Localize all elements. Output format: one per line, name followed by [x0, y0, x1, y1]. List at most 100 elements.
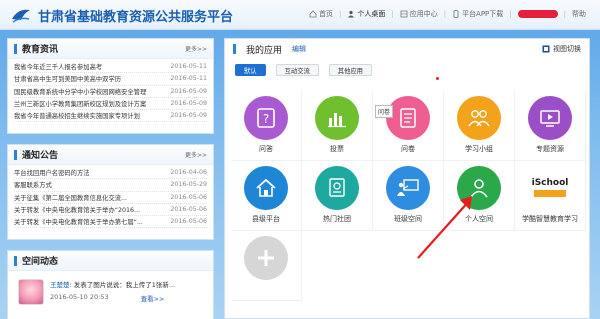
space-post-body: 王楚楚: 发表了图片说说：我上传了1张新... 2016-05-10 20:53… [50, 279, 175, 305]
certificate-icon [315, 166, 359, 210]
app-tile-class-space[interactable]: 班级空间 [373, 161, 444, 231]
edit-apps-link[interactable]: 编辑 [292, 44, 306, 54]
news-item-title[interactable]: 甘肃省高中生可到美国中美高中双学历 [14, 74, 154, 83]
app-tile-label: 专题资源 [536, 145, 564, 153]
nav-help-label: 帮助 [572, 10, 586, 18]
app-tile-topic-resources[interactable]: 专题资源 [515, 91, 586, 161]
app-tile-xueku[interactable]: iSchool 学酷智慧教育学习 [515, 161, 586, 231]
nav-app-download[interactable]: 平台APP下载 [452, 9, 503, 19]
video-icon [528, 96, 572, 140]
nav-home[interactable]: 首页 [309, 9, 333, 19]
notice-item-title[interactable]: 平台找回用户名密码的方法 [14, 168, 154, 177]
my-apps-title: 我的应用 [246, 45, 283, 56]
notices-panel-header: 通知公告 更多>> [8, 145, 213, 165]
nav-separator: | [338, 10, 342, 18]
news-list: 我省今年近三千人报名参加高考 2016-05-11 甘肃省高中生可到美国中美高中双… [8, 59, 213, 124]
app-tile-hot-clubs[interactable]: 热门社团 [302, 161, 373, 231]
news-panel-header: 教育资讯 更多>> [8, 39, 213, 59]
space-post-content: 发表了图片说说：我上传了1张新... [73, 281, 176, 289]
app-filter-tabs: 默认 互动交流 其他应用 [225, 59, 589, 81]
avatar[interactable] [18, 279, 44, 305]
title-accent-bar [14, 43, 17, 54]
filter-default[interactable]: 默认 [235, 64, 266, 76]
notice-item-date: 2016-05-29 [170, 181, 207, 189]
app-tile-survey[interactable]: 问卷 问卷 [373, 91, 444, 161]
list-item[interactable]: 平台找回用户名密码的方法 2016-04-06 [14, 167, 207, 180]
user-icon [348, 10, 355, 18]
nav-separator: | [391, 10, 394, 18]
mobile-icon [453, 10, 459, 18]
notice-item-title[interactable]: 关于转发《中央电化教育馆关于举办“2016... [14, 205, 154, 214]
site-title[interactable]: 甘肃省基础教育资源公共服务平台 [38, 6, 233, 25]
news-panel-title: 教育资讯 [22, 45, 59, 55]
view-switch-label: 视图切换 [553, 45, 581, 53]
space-post-date: 2016-05-10 20:53 [50, 293, 109, 301]
app-tile-label: 学酷智慧教育学习 [522, 215, 578, 223]
nav-help[interactable]: 帮助 [572, 9, 586, 19]
news-item-date: 2016-05-09 [170, 112, 207, 120]
filter-other[interactable]: 其他应用 [328, 64, 372, 76]
news-item-title[interactable]: 我省今年普通高校招生继续实施国家专项计划 [14, 111, 154, 120]
app-tile-label: 班级空间 [394, 215, 422, 223]
app-tile-label: 投票 [330, 145, 344, 153]
app-tile-label: 个人空间 [465, 215, 493, 223]
nav-home-label: 首页 [318, 10, 333, 18]
list-item[interactable]: 兰州三新区小学教育集团新校区规划及设计方案 2016-05-09 [14, 98, 207, 111]
add-app-tile[interactable] [231, 231, 302, 301]
space-post-text: 王楚楚: 发表了图片说说：我上传了1张新... [50, 279, 175, 289]
notification-dot [436, 77, 439, 80]
app-tile-qa[interactable]: ? 问答 [231, 91, 302, 161]
list-item[interactable]: 客服联系方式 2016-05-29 [14, 179, 207, 192]
notice-item-date: 2016-05-06 [170, 206, 207, 214]
nav-personal-desktop[interactable]: 个人桌面 [347, 9, 385, 19]
news-item-date: 2016-05-11 [170, 75, 207, 83]
my-apps-panel: 我的应用 编辑 视图切换 默认 互动交流 其他应用 ? 问答 投票 问卷 问卷 … [224, 38, 590, 319]
list-item[interactable]: 我省今年近三千人报名参加高考 2016-05-11 [14, 61, 207, 74]
nav-separator: | [443, 10, 447, 18]
list-item[interactable]: 我省今年普通高校招生继续实施国家专项计划 2016-05-09 [14, 110, 207, 123]
space-panel-header: 空间动态 [8, 251, 213, 271]
top-header: 甘肃省基础教育资源公共服务平台 首页 | 个人桌面 | 应用中心 | 平台APP… [0, 0, 600, 30]
app-grid: ? 问答 投票 问卷 问卷 学习小组 专题资源 县级平台 热门社团 班级空间 个… [231, 91, 586, 301]
news-item-title[interactable]: 兰州三新区小学教育集团新校区规划及设计方案 [14, 99, 154, 108]
person-icon [457, 166, 501, 210]
news-item-title[interactable]: 我省今年近三千人报名参加高考 [14, 62, 154, 71]
view-switch-button[interactable]: 视图切换 [542, 44, 581, 54]
list-item[interactable]: 国民级教育系统中分学中小学校园网络安全管理 2016-05-09 [14, 86, 207, 98]
list-item[interactable]: 关于征集《第二届全国教育信息化交流... 2016-05-06 [14, 192, 207, 204]
app-tile-vote[interactable]: 投票 [302, 91, 373, 161]
add-icon [244, 236, 288, 280]
notice-item-title[interactable]: 客服联系方式 [14, 180, 154, 189]
app-tile-label: 热门社团 [323, 215, 351, 223]
nav-separator: | [563, 10, 566, 18]
notice-item-title[interactable]: 关于转发《中央电化教育馆关于举办第七届“... [14, 217, 154, 226]
notice-item-date: 2016-04-06 [170, 169, 207, 177]
news-item-date: 2016-05-09 [170, 100, 207, 108]
app-tile-study-group[interactable]: 学习小组 [444, 91, 515, 161]
site-logo[interactable] [10, 4, 32, 26]
app-tile-county-platform[interactable]: 县级平台 [231, 161, 302, 231]
nav-app-center[interactable]: 应用中心 [400, 9, 438, 19]
svg-text:iSchool: iSchool [532, 178, 569, 188]
notices-panel-title: 通知公告 [22, 151, 59, 161]
app-tile-personal-space[interactable]: 个人空间 [444, 161, 515, 231]
news-more-link[interactable]: 更多>> [185, 44, 207, 53]
space-post-meta: 2016-05-10 20:53 查看>> [50, 293, 175, 303]
title-accent-bar [233, 44, 236, 54]
list-item[interactable]: 甘肃省高中生可到美国中美高中双学历 2016-05-11 [14, 73, 207, 86]
space-post-view-link[interactable]: 查看>> [141, 293, 165, 303]
list-item[interactable]: 关于转发《中央电化教育馆关于举办“2016... 2016-05-06 [14, 204, 207, 217]
title-accent-bar [14, 149, 17, 160]
space-post-user[interactable]: 王楚楚: [50, 281, 72, 289]
list-item[interactable]: 关于转发《中央电化教育馆关于举办第七届“... 2016-05-06 [14, 216, 207, 229]
notices-more-link[interactable]: 更多>> [185, 150, 207, 159]
news-item-date: 2016-05-09 [170, 87, 207, 95]
redacted-username[interactable] [517, 10, 558, 18]
my-apps-header: 我的应用 编辑 视图切换 [225, 39, 589, 59]
filter-interaction[interactable]: 互动交流 [275, 64, 319, 76]
news-item-title[interactable]: 国民级教育系统中分学中小学校园网络安全管理 [14, 87, 154, 96]
space-panel: 空间动态 王楚楚: 发表了图片说说：我上传了1张新... 2016-05-10 … [7, 250, 214, 319]
notice-item-date: 2016-05-06 [170, 218, 207, 226]
app-tile-label: 学习小组 [465, 145, 493, 153]
notice-item-title[interactable]: 关于征集《第二届全国教育信息化交流... [14, 193, 154, 202]
